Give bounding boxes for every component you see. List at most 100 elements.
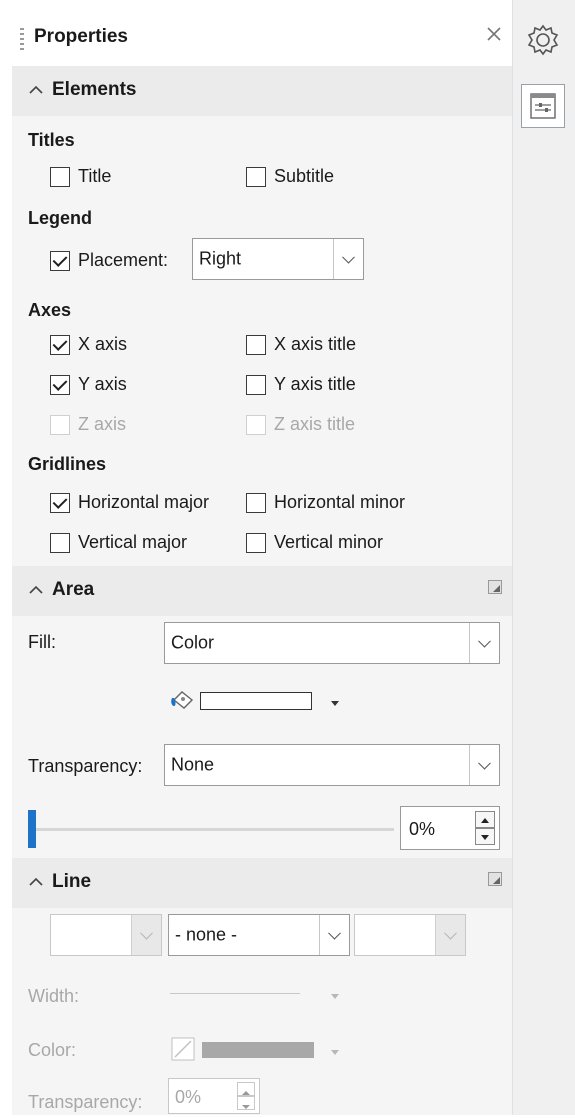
legend-placement-checkbox-box[interactable] [50, 250, 70, 271]
line-section-header[interactable]: Line [12, 858, 512, 908]
line-color-picker [170, 1034, 360, 1064]
subtitle-checkbox[interactable]: Subtitle [246, 166, 334, 187]
axes-heading: Axes [28, 300, 72, 320]
spin-up-button [237, 1082, 255, 1096]
subtitle-checkbox-box[interactable] [246, 166, 266, 187]
more-options-icon[interactable] [488, 580, 502, 594]
line-arrow-select [354, 914, 466, 956]
z-axis-checkbox-box [50, 414, 70, 435]
horizontal-minor-checkbox-box[interactable] [246, 492, 266, 513]
legend-heading: Legend [28, 208, 93, 228]
panel-title: Properties [34, 26, 128, 47]
gear-icon[interactable] [523, 20, 563, 60]
chevron-down-icon[interactable] [333, 239, 363, 279]
slider-thumb[interactable] [28, 810, 36, 848]
gridlines-heading: Gridlines [28, 454, 107, 474]
transparency-slider[interactable] [28, 808, 394, 848]
horizontal-minor-label: Horizontal minor [274, 492, 406, 512]
legend-placement-checkbox[interactable]: Placement: [50, 250, 168, 271]
vertical-minor-checkbox-box[interactable] [246, 532, 266, 553]
legend-placement-value: Right [199, 248, 242, 269]
horizontal-major-label: Horizontal major [78, 492, 210, 512]
line-width-label: Width: [28, 986, 80, 1006]
spin-up-button[interactable] [475, 811, 495, 828]
area-section-label: Area [52, 579, 95, 600]
grip-handle[interactable] [20, 28, 24, 50]
fill-color-swatch[interactable] [200, 692, 312, 710]
y-axis-title-checkbox[interactable]: Y axis title [246, 374, 356, 395]
elements-section-body: Titles Title Subtitle Legend Placement: … [12, 116, 512, 572]
sidebar-tab-bar [512, 0, 575, 1115]
chevron-down-icon [131, 915, 161, 955]
area-section-header[interactable]: Area [12, 566, 512, 616]
vertical-major-label: Vertical major [78, 532, 188, 552]
chevron-up-icon [26, 580, 46, 600]
line-color-label: Color: [28, 1040, 77, 1060]
chevron-down-icon [435, 915, 465, 955]
elements-section-header[interactable]: Elements [12, 66, 512, 116]
line-dash-select[interactable]: - none - [168, 914, 350, 956]
spin-down-button[interactable] [475, 828, 495, 845]
line-transparency-value: 0% [175, 1087, 202, 1107]
spin-down-button [237, 1096, 255, 1110]
fill-color-picker[interactable] [170, 686, 360, 716]
titles-heading: Titles [28, 130, 75, 150]
y-axis-checkbox[interactable]: Y axis [50, 374, 127, 395]
line-width-preview [170, 993, 300, 994]
vertical-major-checkbox-box[interactable] [50, 532, 70, 553]
paint-bucket-icon [170, 688, 198, 712]
line-width-picker [170, 984, 350, 1004]
line-dash-value: - none - [175, 924, 238, 945]
x-axis-title-checkbox-box[interactable] [246, 334, 266, 355]
chevron-down-icon[interactable] [319, 915, 349, 955]
line-color-icon [170, 1036, 196, 1062]
z-axis-title-label: Z axis title [274, 414, 356, 434]
caret-down-icon[interactable] [328, 694, 342, 708]
area-transparency-percent: 0% [409, 819, 436, 839]
line-style-select [50, 914, 162, 956]
y-axis-title-checkbox-box[interactable] [246, 374, 266, 395]
x-axis-title-checkbox[interactable]: X axis title [246, 334, 356, 355]
z-axis-checkbox: Z axis [50, 414, 126, 435]
x-axis-checkbox-box[interactable] [50, 334, 70, 355]
horizontal-major-checkbox-box[interactable] [50, 492, 70, 513]
fill-label: Fill: [28, 632, 56, 652]
line-section-body: - none - Width: Color: Transparency: 0% [12, 908, 512, 1115]
subtitle-checkbox-label: Subtitle [274, 166, 335, 186]
chevron-down-icon[interactable] [469, 745, 499, 785]
legend-placement-select[interactable]: Right [192, 238, 364, 280]
x-axis-checkbox[interactable]: X axis [50, 334, 127, 355]
title-checkbox[interactable]: Title [50, 166, 111, 187]
close-icon[interactable] [482, 22, 506, 46]
caret-down-icon [328, 1043, 342, 1057]
line-transparency-spin: 0% [168, 1078, 260, 1114]
vertical-major-checkbox[interactable]: Vertical major [50, 532, 187, 553]
elements-section-label: Elements [52, 79, 137, 100]
area-transparency-label: Transparency: [28, 756, 143, 776]
chevron-up-icon [26, 80, 46, 100]
chevron-down-icon[interactable] [469, 623, 499, 663]
legend-placement-label: Placement: [78, 250, 169, 270]
horizontal-major-checkbox[interactable]: Horizontal major [50, 492, 209, 513]
area-section-body: Fill: Color Transparency: None 0% [12, 616, 512, 858]
x-axis-title-label: X axis title [274, 334, 357, 354]
panel-titlebar: Properties [12, 12, 512, 66]
chevron-up-icon [26, 872, 46, 892]
z-axis-title-checkbox-box [246, 414, 266, 435]
vertical-minor-checkbox[interactable]: Vertical minor [246, 532, 383, 553]
title-checkbox-label: Title [78, 166, 112, 186]
title-checkbox-box[interactable] [50, 166, 70, 187]
caret-down-icon [328, 987, 342, 1001]
y-axis-checkbox-box[interactable] [50, 374, 70, 395]
line-transparency-label: Transparency: [28, 1092, 143, 1112]
fill-select[interactable]: Color [164, 622, 500, 664]
z-axis-title-checkbox: Z axis title [246, 414, 355, 435]
slider-track [34, 828, 394, 831]
vertical-minor-label: Vertical minor [274, 532, 384, 552]
y-axis-title-label: Y axis title [274, 374, 356, 394]
area-transparency-select[interactable]: None [164, 744, 500, 786]
properties-icon[interactable] [521, 84, 565, 128]
area-transparency-spin[interactable]: 0% [400, 806, 500, 850]
more-options-icon[interactable] [488, 872, 502, 886]
horizontal-minor-checkbox[interactable]: Horizontal minor [246, 492, 405, 513]
